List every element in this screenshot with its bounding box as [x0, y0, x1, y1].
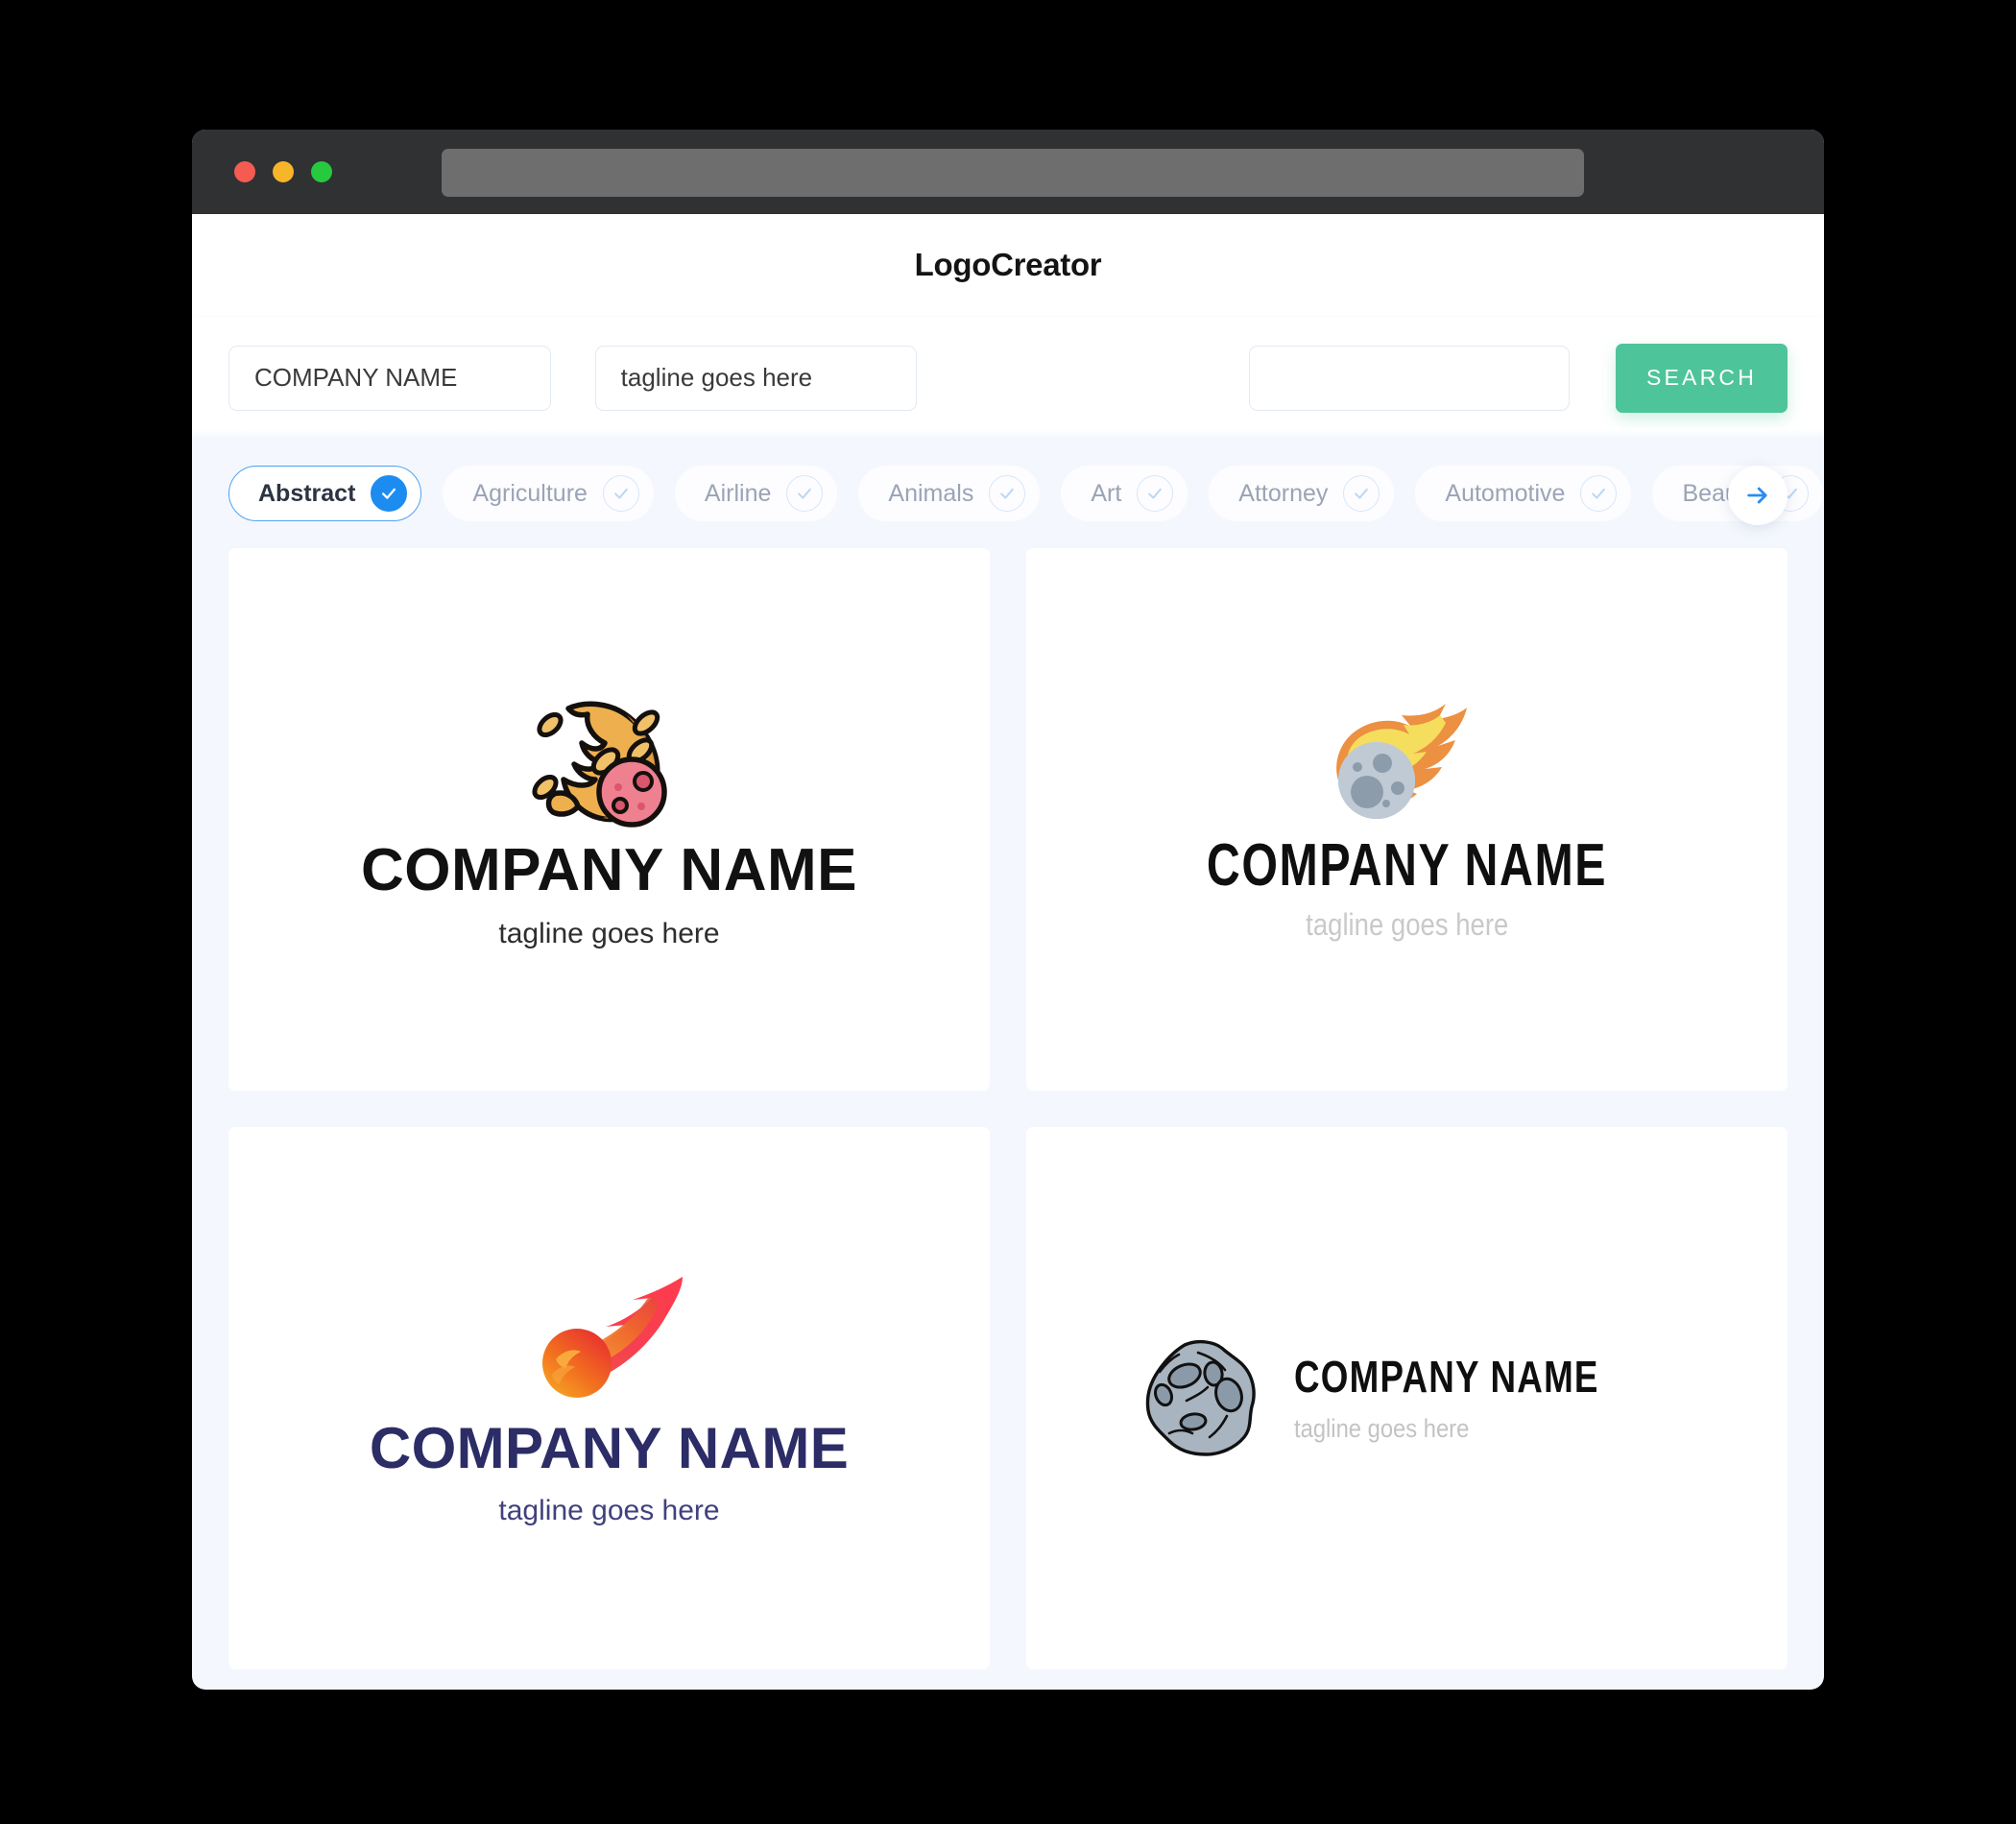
logo-company-name: COMPANY NAME [369, 1416, 850, 1480]
app-header: LogoCreator [192, 214, 1824, 316]
close-window-button[interactable] [234, 161, 255, 182]
keyword-input[interactable] [1249, 345, 1571, 411]
category-chip-automotive[interactable]: Automotive [1415, 466, 1632, 521]
category-chip-label: Animals [888, 479, 974, 507]
search-toolbar: COMPANY NAME tagline goes here SEARCH [192, 316, 1824, 439]
arrow-right-icon [1747, 487, 1767, 504]
logo-company-name: COMPANY NAME [1206, 831, 1608, 899]
logo-results-grid: COMPANY NAME tagline goes here COMPANY N… [192, 548, 1824, 1669]
page-title: LogoCreator [914, 247, 1102, 282]
category-chip-label: Attorney [1238, 479, 1329, 507]
logo-card[interactable]: COMPANY NAME tagline goes here [1026, 548, 1788, 1091]
check-circle-icon [1580, 475, 1618, 512]
logo-tagline: tagline goes here [1293, 1414, 1470, 1443]
category-next-button[interactable] [1728, 466, 1788, 525]
logo-card[interactable]: COMPANY NAME tagline goes here [228, 1127, 990, 1669]
search-button[interactable]: SEARCH [1616, 343, 1788, 413]
logo-card[interactable]: COMPANY NAME tagline goes here [228, 548, 990, 1091]
logo-company-name: COMPANY NAME [1293, 1352, 1599, 1402]
check-circle-icon [989, 475, 1026, 512]
logo-card[interactable]: COMPANY NAME tagline goes here [1026, 1127, 1788, 1669]
logo-tagline: tagline goes here [498, 917, 720, 949]
check-circle-icon [1343, 475, 1380, 512]
asteroid-rock-icon [1145, 1339, 1256, 1456]
tagline-input[interactable]: tagline goes here [594, 345, 918, 411]
category-chip-label: Agriculture [472, 479, 588, 507]
check-circle-icon [1137, 475, 1174, 512]
tagline-value: tagline goes here [620, 363, 813, 392]
check-circle-icon [602, 475, 639, 512]
logo-tagline: tagline goes here [1305, 906, 1509, 942]
meteor-asteroid-flat-icon [1336, 703, 1467, 819]
comet-gradient-icon [541, 1277, 683, 1398]
category-chip-label: Airline [704, 479, 772, 507]
minimize-window-button[interactable] [273, 161, 294, 182]
category-chip-attorney[interactable]: Attorney [1209, 466, 1395, 521]
logo-tagline: tagline goes here [498, 1495, 720, 1526]
comet-flame-icon [531, 701, 667, 828]
category-chip-label: Art [1091, 479, 1122, 507]
logo-company-name: COMPANY NAME [361, 836, 857, 903]
maximize-window-button[interactable] [311, 161, 332, 182]
company-name-value: COMPANY NAME [254, 363, 458, 392]
category-chip-abstract[interactable]: Abstract [228, 466, 422, 521]
check-circle-icon [786, 475, 824, 512]
category-chip-agriculture[interactable]: Agriculture [443, 466, 654, 521]
category-filter-bar: Abstract Agriculture Airline Animals Art [192, 439, 1824, 548]
category-chip-animals[interactable]: Animals [858, 466, 1041, 521]
url-bar[interactable] [442, 149, 1584, 197]
category-chip-airline[interactable]: Airline [674, 466, 838, 521]
browser-title-bar [192, 130, 1824, 214]
category-chip-label: Automotive [1445, 479, 1566, 507]
category-chip-art[interactable]: Art [1061, 466, 1188, 521]
check-circle-icon [371, 475, 408, 512]
traffic-lights [234, 161, 332, 182]
company-name-input[interactable]: COMPANY NAME [228, 345, 551, 411]
category-chip-label: Abstract [258, 479, 356, 507]
browser-window: LogoCreator COMPANY NAME tagline goes he… [192, 130, 1824, 1690]
